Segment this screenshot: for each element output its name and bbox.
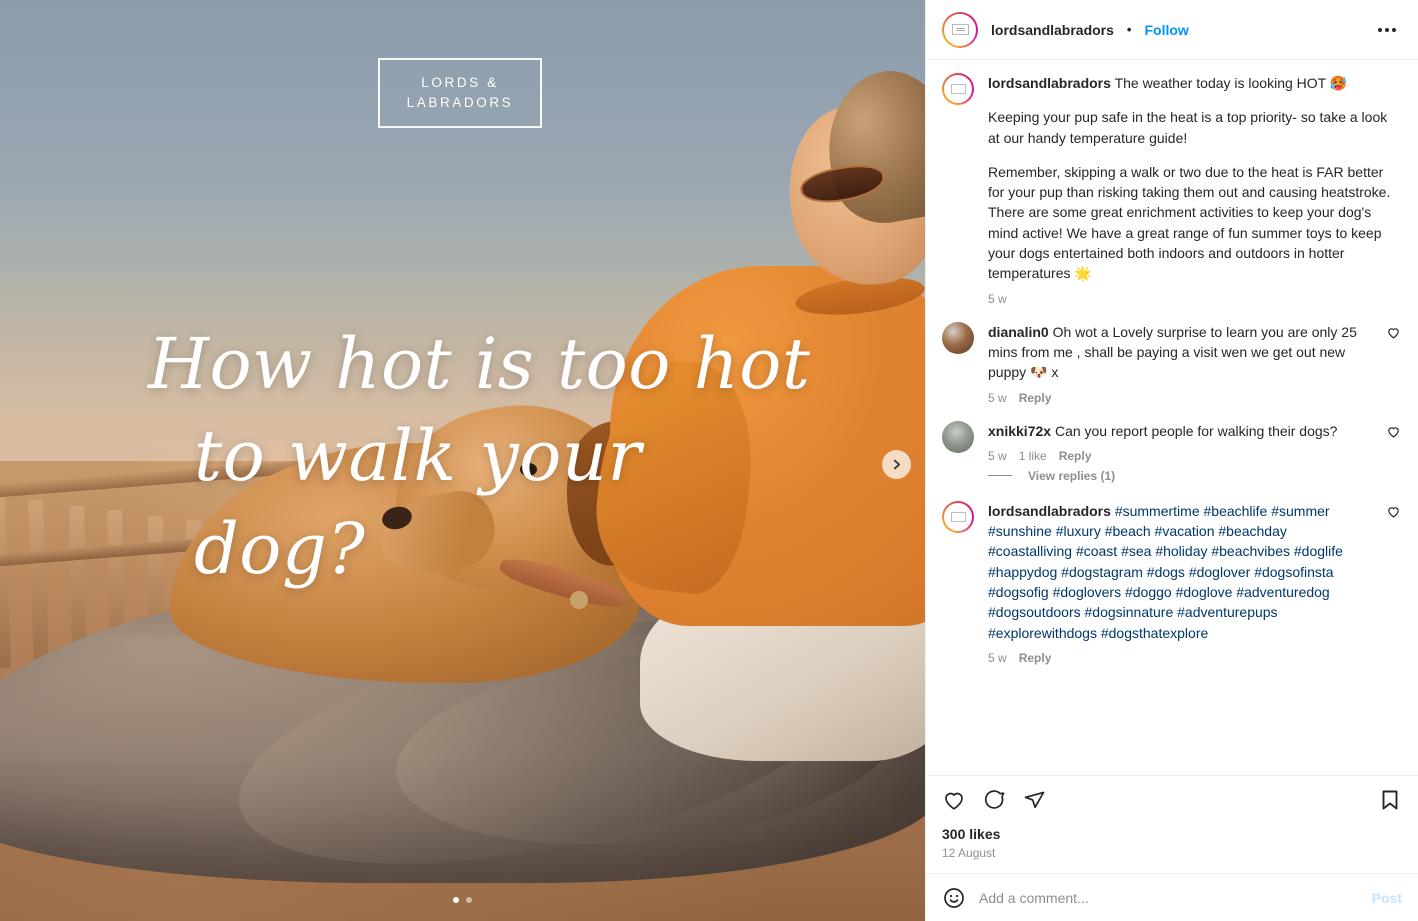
share-button[interactable]: [1022, 788, 1046, 812]
heart-outline-icon: [1388, 507, 1399, 518]
comment-reply-button[interactable]: Reply: [1019, 391, 1052, 405]
avatar[interactable]: [942, 321, 974, 354]
view-replies-dash: [988, 475, 1012, 477]
comment-reply-button[interactable]: Reply: [1059, 449, 1092, 463]
bookmark-icon: [1382, 790, 1398, 810]
caption-paragraph-1: The weather today is looking HOT 🥵: [1114, 75, 1348, 91]
like-button[interactable]: [942, 788, 966, 812]
heart-outline-icon: [1388, 426, 1399, 438]
save-button[interactable]: [1378, 788, 1402, 812]
comment-timestamp: 5 w: [988, 448, 1007, 463]
comment-timestamp: 5 w: [988, 390, 1007, 405]
header-separator: •: [1126, 22, 1132, 37]
smiley-face-icon: [944, 887, 964, 908]
media-headline: How hot is too hot to walk your dog?: [0, 318, 820, 595]
heart-outline-icon: [1388, 327, 1399, 339]
comment-button[interactable]: [982, 788, 1006, 812]
heart-outline-icon: [945, 792, 963, 810]
likes-count[interactable]: 300 likes: [942, 826, 1402, 842]
hashtag-comment-username[interactable]: lordsandlabradors: [988, 503, 1111, 519]
carousel-dot-1[interactable]: [453, 897, 459, 903]
emoji-picker-button[interactable]: [942, 886, 966, 910]
headline-line-1: How hot is too hot: [148, 323, 811, 405]
carousel-dot-2[interactable]: [466, 897, 472, 903]
comments-feed: lordsandlabradors The weather today is l…: [926, 60, 1418, 775]
caption-username[interactable]: lordsandlabradors: [988, 75, 1111, 91]
comment-like-count: 1 like: [1018, 448, 1047, 463]
avatar[interactable]: [942, 500, 974, 533]
hashtag-comment-meta: 5 w Reply: [988, 651, 1372, 665]
post-date: 12 August: [942, 846, 996, 860]
chevron-right-icon: [894, 459, 901, 470]
hashtag-comment-text: lordsandlabradors #summertime #beachlife…: [988, 501, 1372, 643]
brand-logo-line-1: LORDS &: [421, 75, 499, 91]
post-media[interactable]: LORDS & LABRADORS How hot is too hot to …: [0, 0, 925, 921]
brand-avatar-mark: [950, 511, 966, 522]
post-sidebar: lordsandlabradors • Follow lordsandlabra…: [925, 0, 1418, 921]
add-comment-bar: Post: [926, 873, 1418, 921]
avatar[interactable]: [942, 420, 974, 453]
caption-timestamp: 5 w: [988, 291, 1007, 306]
comment-username[interactable]: dianalin0: [988, 324, 1049, 340]
comment-like-button[interactable]: [1386, 421, 1402, 463]
comment-meta: 5 w Reply: [988, 391, 1372, 405]
view-replies-button[interactable]: View replies (1): [988, 469, 1402, 483]
hashtag-list[interactable]: #summertime #beachlife #summer #sunshine…: [988, 503, 1343, 641]
headline-line-2: to walk your dog?: [194, 415, 642, 590]
caption-paragraph-2: Keeping your pup safe in the heat is a t…: [988, 109, 1388, 146]
caption-paragraph-3: Remember, skipping a walk or two due to …: [988, 163, 1391, 282]
avatar[interactable]: [942, 73, 974, 105]
hashtag-comment-like-button[interactable]: [1386, 501, 1402, 665]
hashtag-comment-reply-button[interactable]: Reply: [1019, 651, 1052, 665]
list-item: xnikki72x Can you report people for walk…: [942, 420, 1402, 467]
brand-avatar-mark: [951, 24, 969, 35]
comment-meta: 5 w 1 like Reply: [988, 449, 1372, 463]
caption-text: lordsandlabradors The weather today is l…: [988, 73, 1402, 93]
comment-body: Can you report people for walking their …: [1054, 422, 1338, 439]
comment-bubble-icon: [984, 790, 1005, 809]
brand-logo-line-2: LABRADORS: [406, 95, 514, 110]
list-item: lordsandlabradors #summertime #beachlife…: [942, 500, 1402, 681]
brand-logo-badge: LORDS & LABRADORS: [378, 58, 542, 128]
list-item: dianalin0 Oh wot a Lovely surprise to le…: [942, 321, 1402, 421]
post-header: lordsandlabradors • Follow: [926, 0, 1418, 60]
follow-button[interactable]: Follow: [1144, 22, 1188, 38]
comment-text: dianalin0 Oh wot a Lovely surprise to le…: [988, 322, 1372, 383]
carousel-dots: [0, 897, 925, 903]
hashtag-comment-timestamp: 5 w: [988, 650, 1007, 665]
paper-plane-icon: [1024, 791, 1045, 809]
caption-meta: 5 w: [988, 292, 1402, 306]
post-caption: lordsandlabradors The weather today is l…: [942, 73, 1402, 322]
brand-avatar-mark: [950, 84, 966, 94]
avatar[interactable]: [942, 11, 978, 48]
post-comment-button[interactable]: Post: [1372, 890, 1402, 906]
header-username[interactable]: lordsandlabradors: [991, 22, 1114, 38]
carousel-next-button[interactable]: [882, 450, 911, 479]
comment-like-button[interactable]: [1386, 322, 1402, 405]
comment-input[interactable]: [979, 889, 1359, 906]
ellipsis-icon[interactable]: [1370, 20, 1404, 40]
comment-text: xnikki72x Can you report people for walk…: [988, 421, 1372, 441]
view-replies-label: View replies (1): [1028, 468, 1116, 483]
instagram-post: LORDS & LABRADORS How hot is too hot to …: [0, 0, 1418, 921]
post-actions: 300 likes 12 August: [926, 775, 1418, 873]
action-buttons-row: [942, 788, 1402, 812]
comment-username[interactable]: xnikki72x: [988, 423, 1051, 439]
